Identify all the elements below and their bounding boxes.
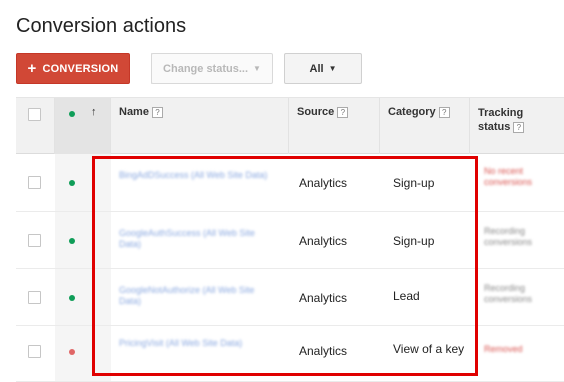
- status-dot-icon: [69, 295, 75, 301]
- row-checkbox[interactable]: [28, 176, 41, 189]
- row-status-cell: [55, 154, 111, 211]
- help-icon[interactable]: ?: [337, 107, 349, 118]
- conversion-actions-table: ↑ Name? Source? Category? Tracking statu…: [16, 97, 564, 382]
- filter-all-dropdown[interactable]: All ▼: [284, 53, 362, 84]
- header-source[interactable]: Source?: [289, 98, 380, 154]
- source-cell: Analytics: [299, 344, 348, 358]
- table-row: GoogleAuthSuccess (All Web Site Data) An…: [16, 212, 564, 269]
- category-cell: Lead: [393, 289, 420, 303]
- plus-icon: +: [27, 60, 37, 77]
- row-status-cell: [55, 269, 111, 325]
- caret-down-icon: ▼: [328, 63, 337, 73]
- help-icon[interactable]: ?: [513, 122, 525, 133]
- change-status-dropdown[interactable]: Change status... ▼: [151, 53, 273, 84]
- row-status-cell: [55, 212, 111, 268]
- filter-all-label: All: [309, 62, 324, 75]
- header-category[interactable]: Category?: [380, 98, 470, 154]
- header-tracking-label-line2: status: [478, 121, 511, 133]
- source-cell: Analytics: [299, 291, 348, 305]
- status-dot-icon: [69, 238, 75, 244]
- add-conversion-button[interactable]: + CONVERSION: [16, 53, 130, 84]
- conversion-name-link[interactable]: BingAdDSuccess (All Web Site Data): [119, 170, 269, 181]
- conversion-name-link[interactable]: PricingVisit (All Web Site Data): [119, 338, 269, 349]
- tracking-status-cell: Recording conversions: [484, 283, 533, 304]
- tracking-status-cell: No recent conversions: [484, 166, 533, 187]
- row-checkbox[interactable]: [28, 291, 41, 304]
- table-row: BingAdDSuccess (All Web Site Data) Analy…: [16, 154, 564, 212]
- tracking-status-cell: Recording conversions: [484, 226, 533, 247]
- change-status-label: Change status...: [163, 62, 249, 75]
- category-cell: Sign-up: [393, 176, 435, 190]
- help-icon[interactable]: ?: [151, 107, 163, 118]
- add-conversion-label: CONVERSION: [42, 62, 119, 75]
- status-dot-icon: [69, 349, 75, 355]
- status-dot-icon: [69, 180, 75, 186]
- conversion-name-link[interactable]: GoogleAuthSuccess (All Web Site Data): [119, 228, 269, 250]
- source-cell: Analytics: [299, 176, 348, 190]
- header-status-cell[interactable]: ↑: [55, 98, 111, 154]
- table-row: PricingVisit (All Web Site Data) Analyti…: [16, 326, 564, 382]
- conversion-name-link[interactable]: GoogleNotAuthorize (All Web Site Data): [119, 285, 269, 307]
- select-all-checkbox[interactable]: [28, 108, 41, 121]
- header-source-label: Source: [297, 106, 335, 118]
- help-icon[interactable]: ?: [438, 107, 450, 118]
- table-row: GoogleNotAuthorize (All Web Site Data) A…: [16, 269, 564, 326]
- toolbar: + CONVERSION Change status... ▼ All ▼: [16, 53, 362, 84]
- header-tracking-label-line1: Tracking: [478, 107, 524, 119]
- table-header: ↑ Name? Source? Category? Tracking statu…: [16, 97, 564, 154]
- sort-up-arrow-icon[interactable]: ↑: [91, 106, 97, 118]
- category-cell: Sign-up: [393, 234, 435, 248]
- source-cell: Analytics: [299, 234, 348, 248]
- row-checkbox[interactable]: [28, 345, 41, 358]
- header-category-label: Category: [388, 106, 436, 118]
- status-dot-icon: [69, 111, 75, 117]
- header-tracking-status[interactable]: Tracking status?: [470, 98, 564, 154]
- row-status-cell: [55, 326, 111, 381]
- page-title: Conversion actions: [16, 15, 187, 37]
- header-name-label: Name: [119, 106, 149, 118]
- caret-down-icon: ▼: [253, 63, 261, 73]
- header-name[interactable]: Name?: [111, 98, 289, 154]
- header-select-all-cell: [16, 98, 55, 154]
- row-checkbox[interactable]: [28, 234, 41, 247]
- category-cell: View of a key: [393, 342, 465, 356]
- tracking-status-cell: Removed: [484, 344, 523, 354]
